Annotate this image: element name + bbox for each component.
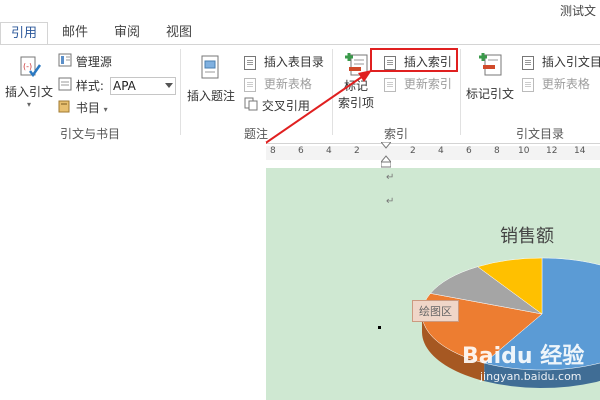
ruler-tick: 8 [494,146,500,156]
paragraph-mark-icon: ↵ [386,196,395,207]
document-margin [0,142,266,400]
ruler-tick: 10 [518,146,530,156]
ruler-tick: 6 [466,146,472,156]
horizontal-ruler[interactable]: 8 6 4 2 2 4 6 8 10 12 14 [266,146,600,160]
ruler-tick: 2 [354,146,360,156]
ruler-tick: 8 [270,146,276,156]
watermark: Baidu 经验 [462,344,585,369]
ruler-tick: 2 [410,146,416,156]
ruler-tick: 4 [326,146,332,156]
ruler-tick: 14 [574,146,586,156]
paragraph-mark-icon: ↵ [386,172,395,183]
ruler-tick: 4 [438,146,444,156]
ruler-tick: 12 [546,146,558,156]
watermark-url: jingyan.baidu.com [480,370,582,383]
anchor-handle[interactable] [378,326,381,329]
ruler-tick: 6 [298,146,304,156]
plot-area-label: 绘图区 [412,300,459,322]
